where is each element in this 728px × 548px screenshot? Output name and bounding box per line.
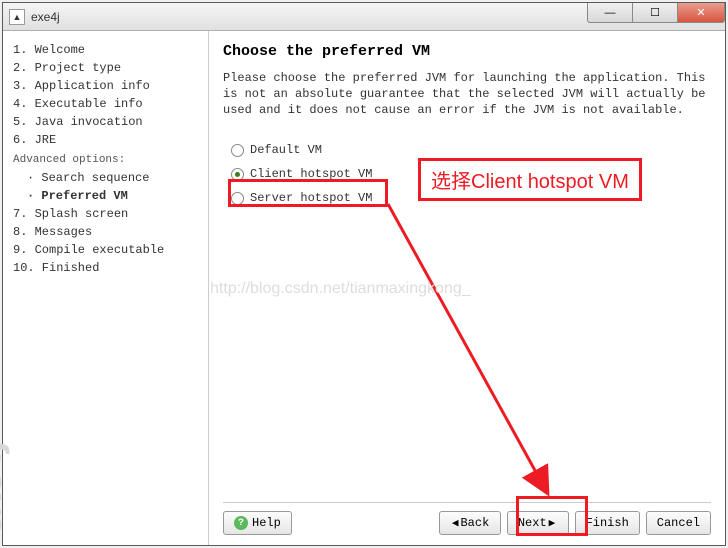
minimize-button[interactable]: — <box>587 3 633 23</box>
radio-label: Client hotspot VM <box>250 167 372 181</box>
sidebar: 1. Welcome 2. Project type 3. Applicatio… <box>3 31 209 545</box>
window-title: exe4j <box>31 10 60 24</box>
brand-logo: exe4j <box>0 440 11 535</box>
step-welcome[interactable]: 1. Welcome <box>13 41 208 59</box>
substep-search-sequence[interactable]: · Search sequence <box>13 169 208 187</box>
app-window: ▲ exe4j — ☐ ✕ 1. Welcome 2. Project type… <box>2 2 726 546</box>
advanced-options-label: Advanced options: <box>13 151 208 169</box>
step-project-type[interactable]: 2. Project type <box>13 59 208 77</box>
button-bar: ? Help ◀ Back Next ▶ Finish Cancel <box>223 502 711 535</box>
radio-server-hotspot-vm[interactable]: Server hotspot VM <box>231 186 711 210</box>
radio-default-vm[interactable]: Default VM <box>231 138 711 162</box>
page-heading: Choose the preferred VM <box>223 43 711 60</box>
step-finished[interactable]: 10. Finished <box>13 259 208 277</box>
step-compile[interactable]: 9. Compile executable <box>13 241 208 259</box>
step-messages[interactable]: 8. Messages <box>13 223 208 241</box>
vm-radio-group: Default VM Client hotspot VM Server hots… <box>231 138 711 210</box>
help-button[interactable]: ? Help <box>223 511 292 535</box>
maximize-button[interactable]: ☐ <box>632 3 678 23</box>
step-application-info[interactable]: 3. Application info <box>13 77 208 95</box>
radio-client-hotspot-vm[interactable]: Client hotspot VM <box>231 162 711 186</box>
titlebar: ▲ exe4j — ☐ ✕ <box>3 3 725 31</box>
radio-icon <box>231 144 244 157</box>
next-button[interactable]: Next ▶ <box>507 511 569 535</box>
window-body: 1. Welcome 2. Project type 3. Applicatio… <box>3 31 725 545</box>
step-splash[interactable]: 7. Splash screen <box>13 205 208 223</box>
cancel-button[interactable]: Cancel <box>646 511 711 535</box>
close-button[interactable]: ✕ <box>677 3 725 23</box>
step-java-invocation[interactable]: 5. Java invocation <box>13 113 208 131</box>
finish-button[interactable]: Finish <box>575 511 640 535</box>
step-executable-info[interactable]: 4. Executable info <box>13 95 208 113</box>
radio-label: Default VM <box>250 143 322 157</box>
app-icon: ▲ <box>9 9 25 25</box>
radio-label: Server hotspot VM <box>250 191 372 205</box>
radio-icon <box>231 168 244 181</box>
back-button[interactable]: ◀ Back <box>439 511 501 535</box>
window-buttons: — ☐ ✕ <box>588 3 725 23</box>
step-jre[interactable]: 6. JRE <box>13 131 208 149</box>
next-arrow-icon: ▶ <box>549 516 556 530</box>
radio-icon <box>231 192 244 205</box>
substep-preferred-vm[interactable]: · Preferred VM <box>13 187 208 205</box>
help-icon: ? <box>234 516 248 530</box>
main-panel: Choose the preferred VM Please choose th… <box>209 31 725 545</box>
page-description: Please choose the preferred JVM for laun… <box>223 70 711 118</box>
back-arrow-icon: ◀ <box>452 516 459 530</box>
